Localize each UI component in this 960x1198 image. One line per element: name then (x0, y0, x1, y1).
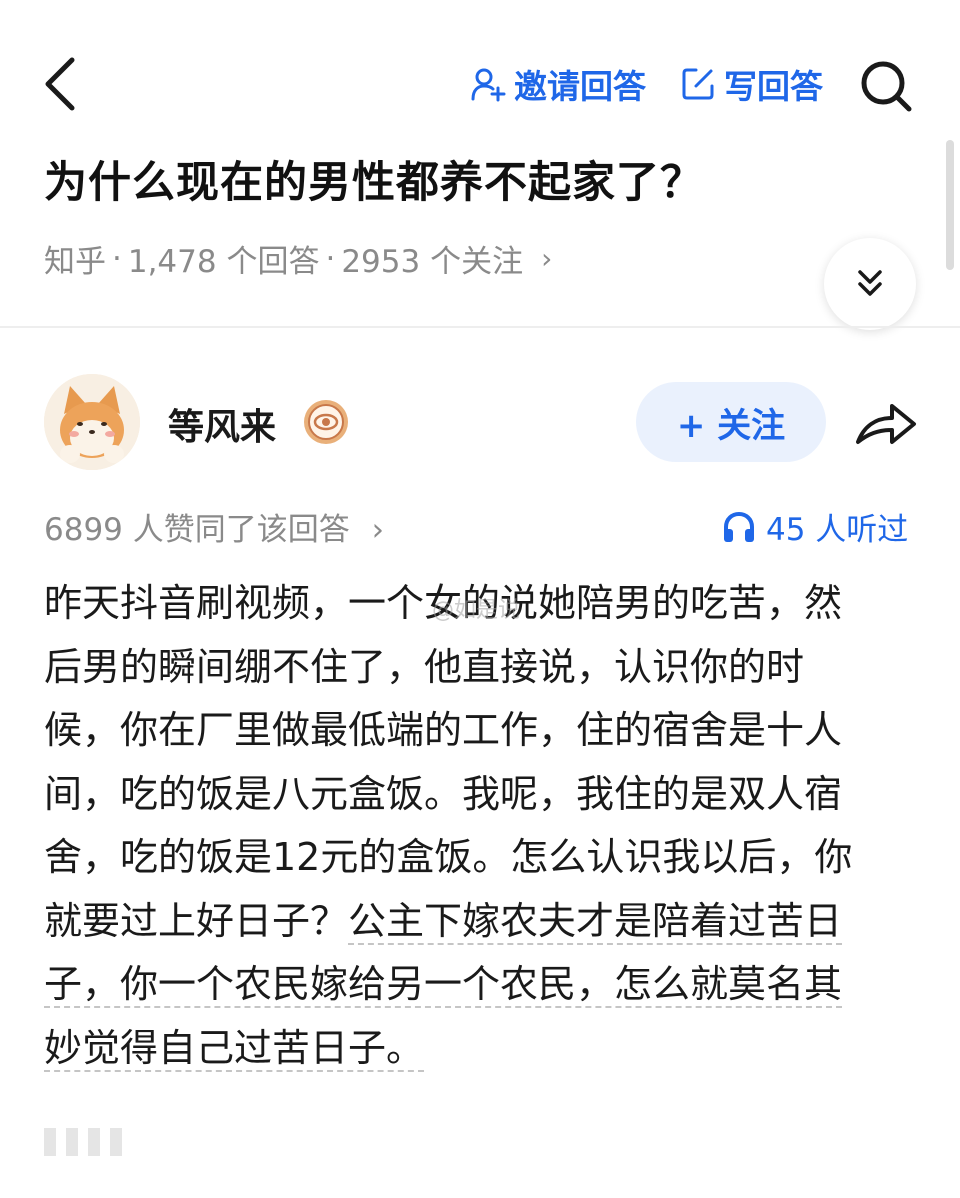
invite-answer-label: 邀请回答 (514, 67, 646, 106)
follow-button[interactable]: + 关注 (636, 382, 826, 462)
avatar[interactable] (44, 374, 140, 470)
answer-line: 就要过上好日子？公主下嫁农夫才是陪着过苦日 (44, 890, 924, 954)
shiba-avatar-image (44, 374, 140, 470)
invite-answer-button[interactable]: 邀请回答 (470, 62, 646, 106)
placeholder-bar (88, 1128, 100, 1156)
chevron-right-icon: › (371, 512, 385, 548)
question-meta[interactable]: 知乎 · 1,478 个回答 · 2953 个关注 › (44, 236, 552, 281)
badge-icon (302, 398, 350, 446)
bottom-toolbar-placeholder (44, 1128, 122, 1156)
edit-icon (682, 68, 714, 100)
chevron-left-icon (45, 57, 75, 111)
answer-text: 就要过上好日子？ (44, 898, 349, 943)
write-answer-button[interactable]: 写回答 (680, 62, 823, 106)
answer-line: 候，你在厂里做最低端的工作，住的宿舍是十人 (44, 708, 843, 752)
search-button[interactable] (858, 58, 914, 114)
share-button[interactable] (854, 396, 918, 452)
placeholder-bar (110, 1128, 122, 1156)
share-icon (856, 404, 916, 444)
write-answer-label: 写回答 (724, 67, 823, 106)
annotated-text[interactable]: 公主下嫁农夫才是陪着过苦日 (348, 898, 843, 945)
followers-count: 2953 个关注 (341, 244, 524, 280)
upvote-count: 6899 人赞同了该回答 (44, 512, 350, 548)
question-title[interactable]: 为什么现在的男性都养不起家了？ (44, 148, 704, 210)
divider (0, 326, 960, 328)
answer-line: 子，你一个农民嫁给另一个农民，怎么就莫名其 (44, 953, 924, 1017)
listen-count-label: 45 人听过 (766, 512, 909, 548)
answer-line: 间，吃的饭是八元盒饭。我呢，我住的是双人宿 (44, 771, 843, 816)
watermark: @如是说 (432, 598, 521, 623)
answer-line: 后男的瞬间绷不住了，他直接说，认识你的时 (44, 644, 805, 689)
search-icon (861, 61, 912, 112)
headphones-icon (724, 511, 754, 542)
upvote-summary[interactable]: 6899 人赞同了该回答 › (44, 504, 384, 549)
answer-line: 妙觉得自己过苦日子。 (44, 1017, 924, 1081)
annotated-text[interactable]: 妙觉得自己过苦日子。 (44, 1025, 425, 1072)
placeholder-bar (66, 1128, 78, 1156)
top-bar: 邀请回答 写回答 (0, 40, 960, 136)
source-label: 知乎 (44, 244, 106, 280)
author-name[interactable]: 等风来 (168, 398, 276, 450)
scrollbar[interactable] (946, 140, 954, 270)
chevron-right-icon: › (541, 242, 553, 275)
answer-line: 舍，吃的饭是12元的盒饭。怎么认识我以后，你 (44, 835, 853, 879)
expand-button[interactable] (824, 238, 916, 330)
listen-count[interactable]: 45 人听过 (722, 504, 908, 549)
back-button[interactable] (38, 54, 82, 114)
answer-body: 昨天抖音刷视频，一个女的说她陪男的吃苦，然 后男的瞬间绷不住了，他直接说，认识你… (44, 572, 924, 1080)
annotated-text[interactable]: 子，你一个农民嫁给另一个农民，怎么就莫名其 (44, 962, 843, 1008)
placeholder-bar (44, 1128, 56, 1156)
meta-separator: · (325, 240, 336, 277)
double-chevron-down-icon (858, 270, 882, 296)
user-plus-icon (471, 68, 506, 102)
meta-separator: · (112, 240, 122, 277)
answers-count: 1,478 个回答 (127, 244, 320, 280)
